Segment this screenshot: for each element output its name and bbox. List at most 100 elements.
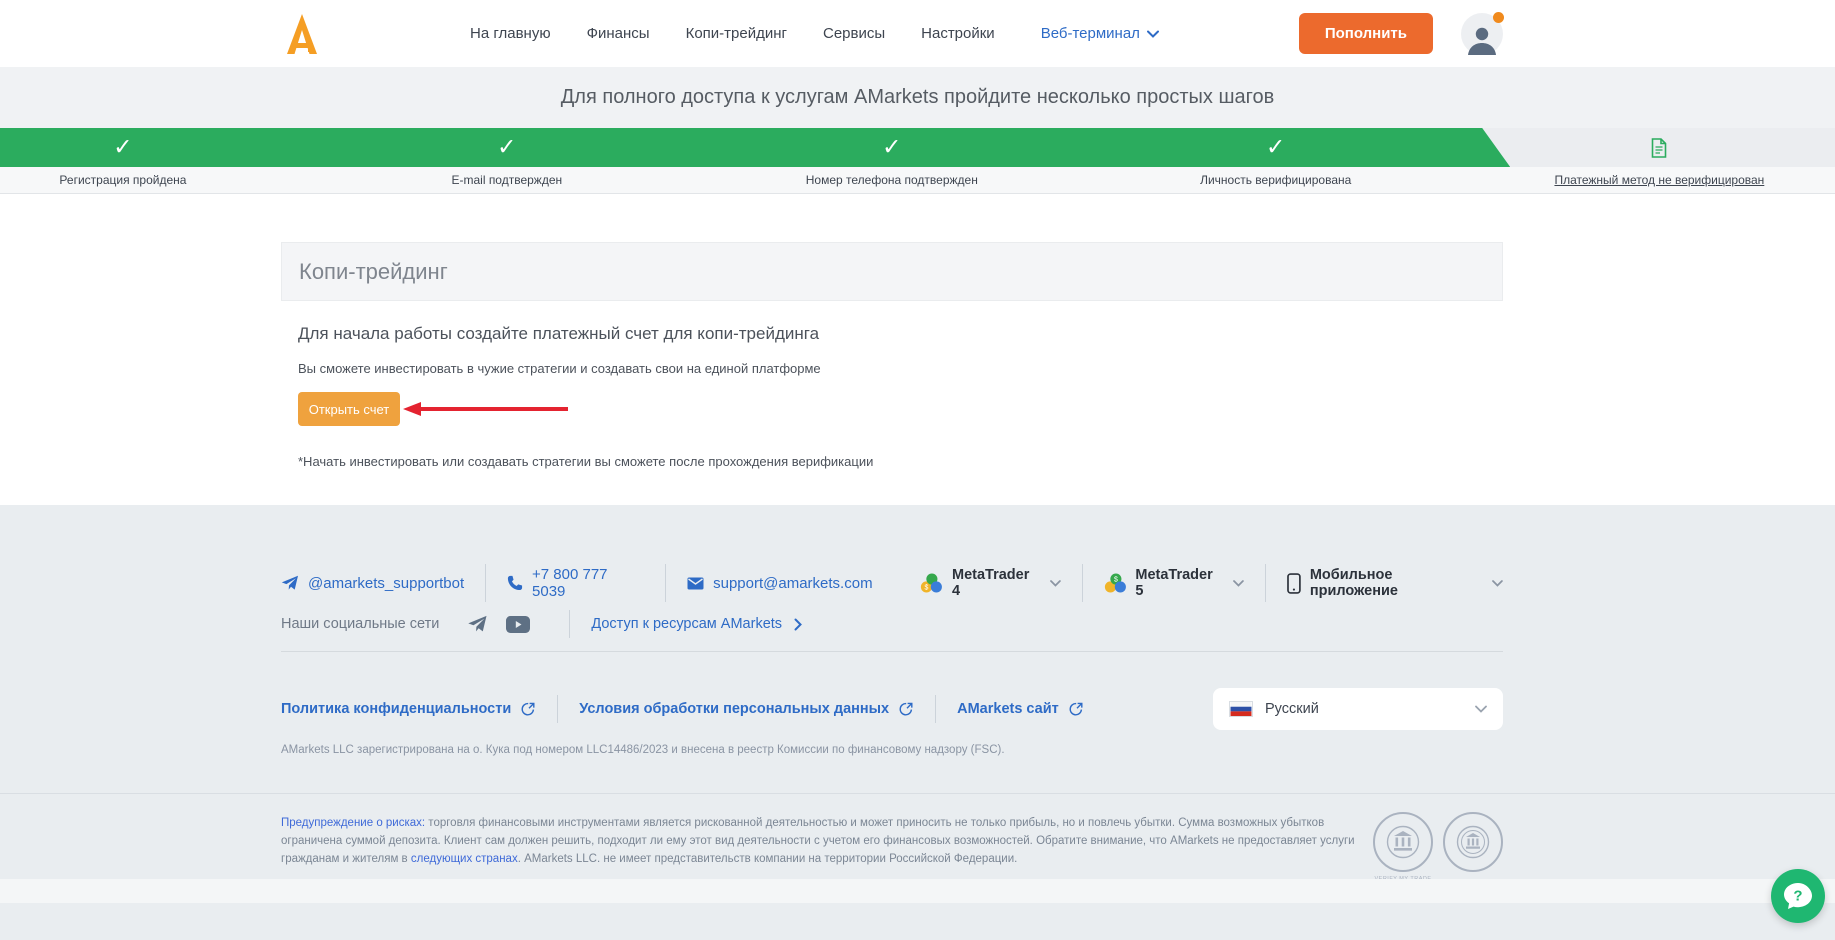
chevron-right-icon xyxy=(794,618,802,631)
external-link-icon xyxy=(1068,701,1084,717)
risk-warning-text: Предупреждение о рисках: торговля финанс… xyxy=(281,794,1356,868)
resources-link[interactable]: Доступ к ресурсам AMarkets xyxy=(591,616,802,632)
main-nav: На главную Финансы Копи-трейдинг Сервисы… xyxy=(470,25,995,42)
nav-home[interactable]: На главную xyxy=(470,25,551,42)
risk-warning-link[interactable]: Предупреждение о рисках: xyxy=(281,817,425,829)
chevron-down-icon xyxy=(1147,30,1159,38)
divider xyxy=(1265,564,1266,602)
user-avatar[interactable] xyxy=(1461,13,1503,55)
step-label-registration: Регистрация пройдена xyxy=(59,173,186,187)
support-chat-button[interactable]: ? xyxy=(1771,869,1825,923)
metatrader4-label: MetaTrader 4 xyxy=(952,567,1041,599)
legal-links: Политика конфиденциальности Условия обра… xyxy=(281,695,1084,723)
top-navigation-bar: На главную Финансы Копи-трейдинг Сервисы… xyxy=(0,0,1835,67)
financial-commission-seal-icon: VERIFY MY TRADE xyxy=(1373,812,1433,872)
arrow-line xyxy=(420,407,568,411)
page-footer: @amarkets_supportbot +7 800 777 5039 sup… xyxy=(0,505,1835,940)
metatrader5-dropdown[interactable]: $ MetaTrader 5 xyxy=(1104,567,1244,599)
step-label-payment-method[interactable]: Платежный метод не верифицирован xyxy=(1554,173,1764,187)
personal-data-terms-link[interactable]: Условия обработки персональных данных xyxy=(579,701,914,717)
chevron-down-icon xyxy=(1050,580,1061,587)
metatrader5-label: MetaTrader 5 xyxy=(1135,567,1224,599)
social-row: Наши социальные сети Доступ к ресурсам A… xyxy=(281,609,1503,639)
footer-content: @amarkets_supportbot +7 800 777 5039 sup… xyxy=(281,505,1503,756)
risk-text-part2: . AMarkets LLC. не имеет представительст… xyxy=(518,853,1018,865)
card-title: Копи-трейдинг xyxy=(299,259,448,285)
divider xyxy=(935,695,936,723)
external-link-icon xyxy=(898,701,914,717)
check-icon: ✓ xyxy=(497,135,516,158)
nav-copy-trading[interactable]: Копи-трейдинг xyxy=(686,25,787,42)
telegram-social-icon[interactable] xyxy=(467,615,488,633)
restricted-countries-link[interactable]: следующих странах xyxy=(411,853,518,865)
bottom-strip xyxy=(0,879,1835,903)
payment-document-icon xyxy=(1651,138,1667,158)
banner-text: Для полного доступа к услугам AMarkets п… xyxy=(561,86,1274,109)
verification-step-labels: Регистрация пройдена E-mail подтвержден … xyxy=(0,167,1835,194)
amarkets-site-link[interactable]: AMarkets сайт xyxy=(957,701,1084,717)
metatrader-icon: $ xyxy=(920,572,943,595)
main-content: Копи-трейдинг Для начала работы создайте… xyxy=(0,194,1835,505)
svg-text:$: $ xyxy=(925,584,929,591)
notification-dot xyxy=(1493,12,1504,23)
metatrader-icon: $ xyxy=(1104,572,1127,595)
arrow-head-icon xyxy=(403,402,421,416)
check-icon: ✓ xyxy=(882,135,901,158)
metatrader4-dropdown[interactable]: $ MetaTrader 4 xyxy=(920,567,1060,599)
check-icon: ✓ xyxy=(113,135,132,158)
open-account-row: Открыть счет xyxy=(298,392,1503,426)
mobile-app-dropdown[interactable]: Мобильное приложение xyxy=(1287,567,1503,599)
step-label-phone: Номер телефона подтвержден xyxy=(806,173,978,187)
web-terminal-label: Веб-терминал xyxy=(1041,25,1140,42)
svg-text:$: $ xyxy=(1114,576,1118,583)
resources-link-label: Доступ к ресурсам AMarkets xyxy=(591,616,782,632)
regulator-seal-icon xyxy=(1443,812,1503,872)
nav-web-terminal[interactable]: Веб-терминал xyxy=(1041,25,1159,42)
language-selector[interactable]: Русский xyxy=(1213,688,1503,730)
amarkets-logo-icon[interactable] xyxy=(284,13,320,55)
chevron-down-icon xyxy=(1492,580,1503,587)
divider xyxy=(1082,564,1083,602)
phone-link[interactable]: +7 800 777 5039 xyxy=(507,566,644,600)
phone-number: +7 800 777 5039 xyxy=(532,566,644,600)
risk-warning-section: Предупреждение о рисках: торговля финанс… xyxy=(0,793,1835,903)
step-label-identity: Личность верифицирована xyxy=(1200,173,1351,187)
telegram-icon xyxy=(281,575,299,591)
phone-icon xyxy=(507,575,523,591)
person-icon xyxy=(1465,23,1499,55)
divider xyxy=(569,610,570,638)
russia-flag-icon xyxy=(1229,701,1253,717)
horizontal-divider xyxy=(281,651,1503,652)
nav-finance[interactable]: Финансы xyxy=(587,25,650,42)
svg-text:?: ? xyxy=(1793,888,1802,905)
card-description: Вы сможете инвестировать в чужие стратег… xyxy=(298,361,1503,376)
privacy-policy-link[interactable]: Политика конфиденциальности xyxy=(281,701,536,717)
copy-trading-card: Копи-трейдинг Для начала работы создайте… xyxy=(281,194,1503,469)
chevron-down-icon xyxy=(1475,705,1487,713)
contacts-row: @amarkets_supportbot +7 800 777 5039 sup… xyxy=(281,505,1503,601)
onboarding-banner: Для полного доступа к услугам AMarkets п… xyxy=(0,67,1835,128)
social-label: Наши социальные сети xyxy=(281,616,439,632)
chat-bubble-icon: ? xyxy=(1783,882,1813,910)
telegram-handle: @amarkets_supportbot xyxy=(308,575,464,592)
nav-settings[interactable]: Настройки xyxy=(921,25,995,42)
youtube-social-icon[interactable] xyxy=(506,616,530,633)
deposit-button[interactable]: Пополнить xyxy=(1299,13,1433,54)
card-subtitle: Для начала работы создайте платежный сче… xyxy=(298,324,1503,344)
verification-progress-bar: ✓ ✓ ✓ ✓ xyxy=(0,128,1835,167)
email-address: support@amarkets.com xyxy=(713,575,872,592)
mobile-app-label: Мобильное приложение xyxy=(1310,567,1483,599)
card-footnote: *Начать инвестировать или создавать стра… xyxy=(298,454,1503,469)
divider xyxy=(665,564,666,602)
red-pointer-arrow xyxy=(403,402,568,416)
divider xyxy=(485,564,486,602)
mail-icon xyxy=(687,577,704,590)
card-header: Копи-трейдинг xyxy=(281,242,1503,301)
amarkets-site-label: AMarkets сайт xyxy=(957,701,1059,717)
external-link-icon xyxy=(520,701,536,717)
telegram-support-link[interactable]: @amarkets_supportbot xyxy=(281,575,464,592)
divider xyxy=(557,695,558,723)
nav-services[interactable]: Сервисы xyxy=(823,25,885,42)
open-account-button[interactable]: Открыть счет xyxy=(298,392,400,426)
email-link[interactable]: support@amarkets.com xyxy=(687,575,872,592)
